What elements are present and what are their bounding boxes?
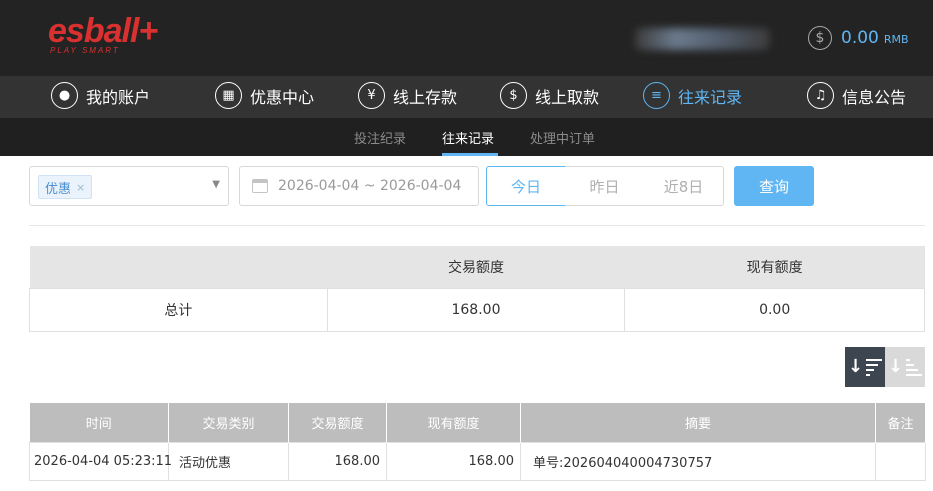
summary-header-balance: 现有额度 bbox=[624, 246, 925, 288]
user-icon: ● bbox=[51, 82, 78, 109]
summary-total-label: 总计 bbox=[29, 287, 328, 332]
username-blurred bbox=[635, 28, 770, 50]
cell-type: 活动优惠 bbox=[168, 441, 289, 481]
gift-icon: ▦ bbox=[215, 82, 242, 109]
col-header-type[interactable]: 交易类别 bbox=[168, 403, 289, 442]
cell-time: 2026-04-04 05:23:11 bbox=[29, 441, 172, 481]
summary-table: 交易额度 现有额度 总计 168.00 0.00 bbox=[29, 246, 925, 332]
balance-currency: RMB bbox=[883, 33, 909, 46]
tab-transaction-records[interactable]: 往来记录 bbox=[442, 128, 494, 147]
selected-type-tag: 优惠 × bbox=[38, 175, 93, 199]
table-row: 2026-04-04 05:23:11 活动优惠 168.00 168.00 单… bbox=[29, 441, 926, 481]
records-icon: ≡ bbox=[643, 82, 670, 109]
nav-label: 线上取款 bbox=[535, 87, 600, 107]
summary-total-balance: 0.00 bbox=[624, 287, 925, 332]
main-nav: ● 我的账户 ▦ 优惠中心 ¥ 线上存款 $ 线上取款 ≡ 往来记录 ♫ 信息公… bbox=[0, 76, 933, 118]
tag-remove-icon[interactable]: × bbox=[76, 181, 85, 194]
range-8days-button[interactable]: 近8日 bbox=[644, 166, 724, 206]
withdraw-icon: $ bbox=[500, 82, 527, 109]
tab-bet-records[interactable]: 投注纪录 bbox=[354, 128, 406, 147]
sort-ascending-icon: ↓ bbox=[888, 358, 923, 376]
nav-announcements[interactable]: ♫ 信息公告 bbox=[807, 82, 906, 109]
query-button[interactable]: 查询 bbox=[734, 166, 814, 206]
sort-desc-button[interactable]: ↓ bbox=[845, 347, 885, 387]
nav-label: 优惠中心 bbox=[250, 87, 315, 107]
range-yesterday-button[interactable]: 昨日 bbox=[565, 166, 645, 206]
records-table: 时间 交易类别 交易额度 现有额度 摘要 备注 2026-04-04 05:23… bbox=[29, 403, 926, 481]
sort-asc-button[interactable]: ↓ bbox=[885, 347, 925, 387]
nav-records[interactable]: ≡ 往来记录 bbox=[643, 82, 742, 109]
calendar-icon bbox=[252, 179, 268, 193]
nav-promotions[interactable]: ▦ 优惠中心 bbox=[215, 82, 314, 109]
records-header-row: 时间 交易类别 交易额度 现有额度 摘要 备注 bbox=[29, 403, 926, 442]
cell-amount: 168.00 bbox=[288, 441, 387, 481]
nav-deposit[interactable]: ¥ 线上存款 bbox=[358, 82, 457, 109]
logo-text: esball+ bbox=[48, 12, 158, 50]
dollar-coin-icon: $ bbox=[808, 26, 832, 50]
cell-summary: 单号:202604040004730757 bbox=[520, 441, 876, 481]
summary-total-amount: 168.00 bbox=[326, 287, 626, 332]
summary-header-amount: 交易额度 bbox=[327, 246, 625, 288]
col-header-summary[interactable]: 摘要 bbox=[520, 403, 876, 442]
nav-withdraw[interactable]: $ 线上取款 bbox=[500, 82, 599, 109]
nav-label: 我的账户 bbox=[86, 87, 151, 107]
balance-display: $ 0.00 RMB bbox=[808, 26, 909, 50]
nav-label: 信息公告 bbox=[842, 87, 907, 107]
transaction-type-select[interactable]: 优惠 × ▼ bbox=[29, 166, 229, 206]
nav-label: 往来记录 bbox=[678, 87, 743, 107]
active-tab-indicator bbox=[442, 153, 498, 156]
col-header-balance[interactable]: 现有额度 bbox=[386, 403, 521, 442]
cell-balance: 168.00 bbox=[386, 441, 521, 481]
chevron-down-icon: ▼ bbox=[212, 179, 220, 190]
deposit-icon: ¥ bbox=[358, 82, 385, 109]
date-range-value: 2026-04-04 ~ 2026-04-04 bbox=[278, 178, 462, 194]
col-header-time[interactable]: 时间 bbox=[29, 403, 169, 442]
sort-descending-icon: ↓ bbox=[848, 358, 883, 376]
nav-my-account[interactable]: ● 我的账户 bbox=[51, 82, 150, 109]
balance-value: 0.00 bbox=[841, 28, 879, 48]
sub-nav: 投注纪录 往来记录 处理中订单 bbox=[0, 118, 933, 156]
summary-header-blank bbox=[29, 246, 328, 288]
summary-row: 总计 168.00 0.00 bbox=[29, 287, 925, 332]
tab-pending-orders[interactable]: 处理中订单 bbox=[530, 128, 595, 147]
bell-icon: ♫ bbox=[807, 82, 834, 109]
logo[interactable]: esball+ PLAY SMART bbox=[48, 12, 158, 55]
cell-remark bbox=[875, 441, 926, 481]
col-header-remark[interactable]: 备注 bbox=[875, 403, 926, 442]
tag-label: 优惠 bbox=[45, 181, 72, 197]
date-range-input[interactable]: 2026-04-04 ~ 2026-04-04 bbox=[239, 166, 479, 206]
range-today-button[interactable]: 今日 bbox=[486, 166, 566, 206]
nav-label: 线上存款 bbox=[393, 87, 458, 107]
divider bbox=[29, 225, 925, 226]
col-header-amount[interactable]: 交易额度 bbox=[288, 403, 387, 442]
top-header: esball+ PLAY SMART $ 0.00 RMB bbox=[0, 0, 933, 76]
